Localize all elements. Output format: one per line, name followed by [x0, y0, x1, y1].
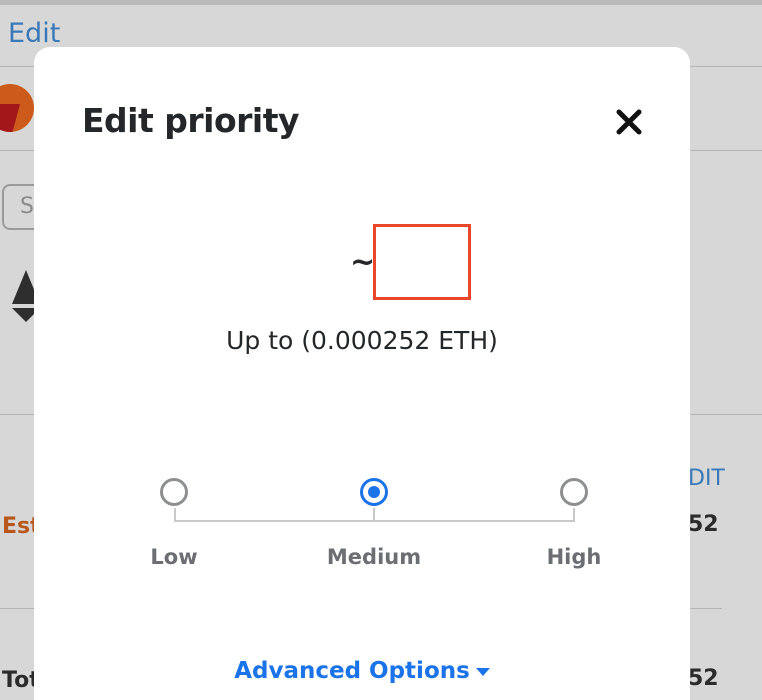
fee-approx-prefix: ~ [350, 245, 376, 280]
close-icon [616, 109, 642, 135]
background-divider [690, 150, 762, 151]
close-button[interactable] [612, 105, 646, 139]
background-divider [0, 608, 34, 609]
priority-radio-medium[interactable] [360, 478, 388, 506]
background-divider [690, 414, 762, 415]
background-divider [0, 66, 34, 67]
fee-max-label: Up to (0.000252 ETH) [226, 326, 498, 355]
background-estimated-value: 52 [688, 512, 719, 537]
background-edit-gas-link: DIT [688, 466, 725, 491]
edit-priority-modal: Edit priority ~ Up to (0.000252 ETH) Low… [34, 47, 690, 700]
priority-label-high[interactable]: High [504, 545, 644, 569]
fee-amount-highlight [373, 224, 471, 300]
priority-label-medium[interactable]: Medium [304, 545, 444, 569]
background-divider [0, 414, 34, 415]
advanced-options-toggle[interactable]: Advanced Options [34, 658, 690, 684]
slider-tick [573, 508, 575, 521]
advanced-options-label: Advanced Options [234, 658, 470, 684]
background-edit-link: Edit [8, 18, 61, 49]
account-avatar-icon [0, 84, 34, 132]
priority-radio-high[interactable] [560, 478, 588, 506]
background-divider [690, 608, 722, 609]
slider-tick [373, 508, 375, 521]
caret-down-icon [475, 667, 490, 676]
background-divider [690, 66, 762, 67]
slider-tick [174, 508, 176, 521]
background-total-value: 52 [688, 666, 719, 691]
priority-radio-low[interactable] [160, 478, 188, 506]
background-top-border [0, 0, 762, 5]
background-divider [0, 150, 34, 151]
priority-label-low[interactable]: Low [104, 545, 244, 569]
modal-title: Edit priority [82, 101, 300, 140]
